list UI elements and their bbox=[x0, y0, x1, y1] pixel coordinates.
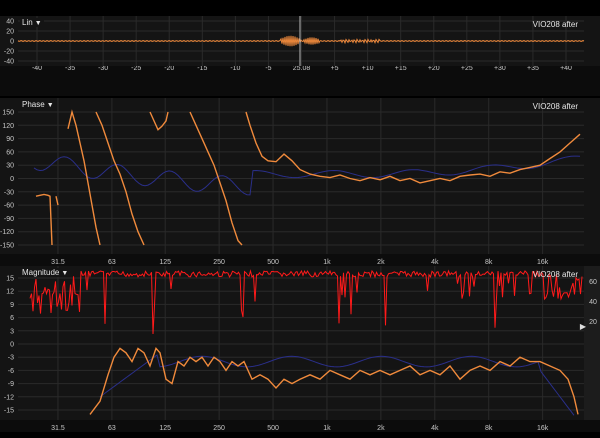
magnitude-y-tick: -9 bbox=[8, 381, 14, 388]
magnitude-y-tick: -6 bbox=[8, 368, 14, 375]
phase-trace-segment bbox=[245, 111, 581, 184]
impulse-y-tick: -20 bbox=[4, 49, 14, 56]
magnitude-y-tick: 15 bbox=[6, 276, 14, 283]
magnitude-x-tick: 125 bbox=[159, 425, 171, 432]
impulse-x-tick: +20 bbox=[428, 66, 440, 72]
magnitude-x-tick: 8k bbox=[485, 425, 493, 432]
magnitude-y-tick: -3 bbox=[8, 355, 14, 362]
magnitude-trace bbox=[89, 347, 579, 415]
phase-y-tick: -90 bbox=[4, 216, 14, 223]
magnitude-x-axis: 31.5 63 125 250 500 1k 2k 4k 8k 16k bbox=[0, 420, 600, 432]
impulse-x-tick: -15 bbox=[197, 66, 207, 72]
magnitude-y-tick: 12 bbox=[6, 289, 14, 296]
impulse-x-tick: -25 bbox=[131, 66, 141, 72]
magnitude-title-dropdown[interactable]: Magnitude ▼ bbox=[20, 268, 71, 277]
phase-x-tick: 250 bbox=[213, 259, 225, 266]
magnitude-x-tick: 31.5 bbox=[51, 425, 65, 432]
phase-x-tick: 125 bbox=[159, 259, 171, 266]
impulse-y-tick: 40 bbox=[6, 19, 14, 26]
phase-y-tick: 60 bbox=[6, 149, 14, 156]
impulse-x-tick: -40 bbox=[32, 66, 42, 72]
phase-plot[interactable]: 150 120 90 60 30 0 -30 -60 -90 -120 -150 bbox=[0, 98, 600, 254]
magnitude-y-tick: 9 bbox=[10, 302, 14, 309]
phase-y-tick: -120 bbox=[0, 229, 14, 236]
magnitude-x-tick: 63 bbox=[108, 425, 116, 432]
impulse-y-tick: -40 bbox=[4, 59, 14, 66]
impulse-x-tick: +5 bbox=[331, 66, 339, 72]
impulse-x-tick: +25 bbox=[461, 66, 473, 72]
magnitude-x-tick: 4k bbox=[431, 425, 439, 432]
magnitude-plot[interactable]: 15 12 9 6 3 0 -3 -6 -9 -12 -15 bbox=[0, 266, 600, 420]
phase-x-axis: 31.5 63 125 250 500 1k 2k 4k 8k 16k bbox=[0, 254, 600, 266]
coherence-trace bbox=[29, 269, 583, 335]
impulse-x-tick: -10 bbox=[230, 66, 240, 72]
impulse-trace-label: VIO208 after bbox=[532, 20, 578, 29]
phase-x-tick: 1k bbox=[323, 259, 331, 266]
phase-x-tick: 63 bbox=[108, 259, 116, 266]
magnitude-x-tick: 250 bbox=[213, 425, 225, 432]
magnitude-x-tick: 1k bbox=[323, 425, 331, 432]
phase-y-tick: 0 bbox=[10, 176, 14, 183]
phase-x-tick: 2k bbox=[377, 259, 385, 266]
phase-trace-segment bbox=[35, 193, 53, 246]
impulse-x-tick: 25.08 bbox=[293, 66, 311, 72]
phase-x-tick: 31.5 bbox=[51, 259, 65, 266]
magnitude-y-tick: 3 bbox=[10, 328, 14, 335]
impulse-x-tick: +10 bbox=[362, 66, 374, 72]
chevron-down-icon: ▼ bbox=[61, 270, 69, 277]
coherence-scale: 60 40 20 bbox=[584, 266, 600, 420]
magnitude-reference-trace bbox=[99, 354, 575, 416]
coherence-tick: 20 bbox=[589, 319, 597, 326]
phase-y-tick: 150 bbox=[2, 110, 14, 117]
magnitude-x-tick: 500 bbox=[267, 425, 279, 432]
phase-x-tick: 4k bbox=[431, 259, 439, 266]
phase-title: Phase bbox=[22, 100, 45, 109]
chevron-down-icon: ▼ bbox=[46, 102, 54, 109]
phase-y-tick: 30 bbox=[6, 163, 14, 170]
impulse-x-tick: +40 bbox=[560, 66, 572, 72]
impulse-plot[interactable]: 40 20 0 -20 -40 bbox=[0, 16, 600, 66]
impulse-x-tick: -5 bbox=[265, 66, 271, 72]
phase-title-dropdown[interactable]: Phase ▼ bbox=[20, 100, 56, 109]
magnitude-y-tick: 0 bbox=[10, 342, 14, 349]
magnitude-x-tick: 16k bbox=[537, 425, 549, 432]
impulse-x-axis: -40 -35 -30 -25 -20 -15 -10 -5 25.08 +5 +10 +15 +20 +… bbox=[0, 65, 600, 96]
phase-reference-trace bbox=[33, 155, 581, 196]
magnitude-trace-label: VIO208 after bbox=[532, 270, 578, 279]
impulse-x-tick: -20 bbox=[164, 66, 174, 72]
magnitude-y-tick: -15 bbox=[4, 408, 14, 415]
chevron-down-icon: ▼ bbox=[34, 20, 42, 27]
phase-y-tick: -60 bbox=[4, 203, 14, 210]
coherence-tick: 40 bbox=[589, 299, 597, 306]
phase-panel[interactable]: 150 120 90 60 30 0 -30 -60 -90 -120 -150 Phase ▼ VI… bbox=[0, 98, 600, 254]
magnitude-title: Magnitude bbox=[22, 268, 60, 277]
impulse-title-dropdown[interactable]: Lin ▼ bbox=[20, 18, 44, 27]
phase-y-tick: -150 bbox=[0, 243, 14, 250]
impulse-x-tick: +30 bbox=[494, 66, 506, 72]
impulse-x-tick: -35 bbox=[65, 66, 75, 72]
impulse-x-tick: +15 bbox=[395, 66, 407, 72]
impulse-x-tick: -30 bbox=[98, 66, 108, 72]
impulse-y-tick: 20 bbox=[6, 29, 14, 36]
magnitude-y-tick: 6 bbox=[10, 315, 14, 322]
phase-y-tick: 90 bbox=[6, 136, 14, 143]
phase-x-tick: 16k bbox=[537, 259, 549, 266]
phase-y-tick: 120 bbox=[2, 123, 14, 130]
impulse-x-tick: +35 bbox=[527, 66, 539, 72]
phase-trace-label: VIO208 after bbox=[532, 102, 578, 111]
impulse-panel[interactable]: 40 20 0 -20 -40 Lin ▼ VIO208 after bbox=[0, 16, 600, 66]
magnitude-x-tick: 2k bbox=[377, 425, 385, 432]
phase-x-tick: 500 bbox=[267, 259, 279, 266]
play-handle-icon[interactable]: ▶ bbox=[580, 322, 586, 331]
impulse-y-tick: 0 bbox=[10, 39, 14, 46]
coherence-tick: 60 bbox=[589, 279, 597, 286]
phase-x-tick: 8k bbox=[485, 259, 493, 266]
impulse-title: Lin bbox=[22, 18, 33, 27]
magnitude-y-tick: -12 bbox=[4, 394, 14, 401]
magnitude-panel[interactable]: 15 12 9 6 3 0 -3 -6 -9 -12 -15 60 40 20 ▶ Magnitude ▼… bbox=[0, 266, 600, 420]
phase-y-tick: -30 bbox=[4, 189, 14, 196]
